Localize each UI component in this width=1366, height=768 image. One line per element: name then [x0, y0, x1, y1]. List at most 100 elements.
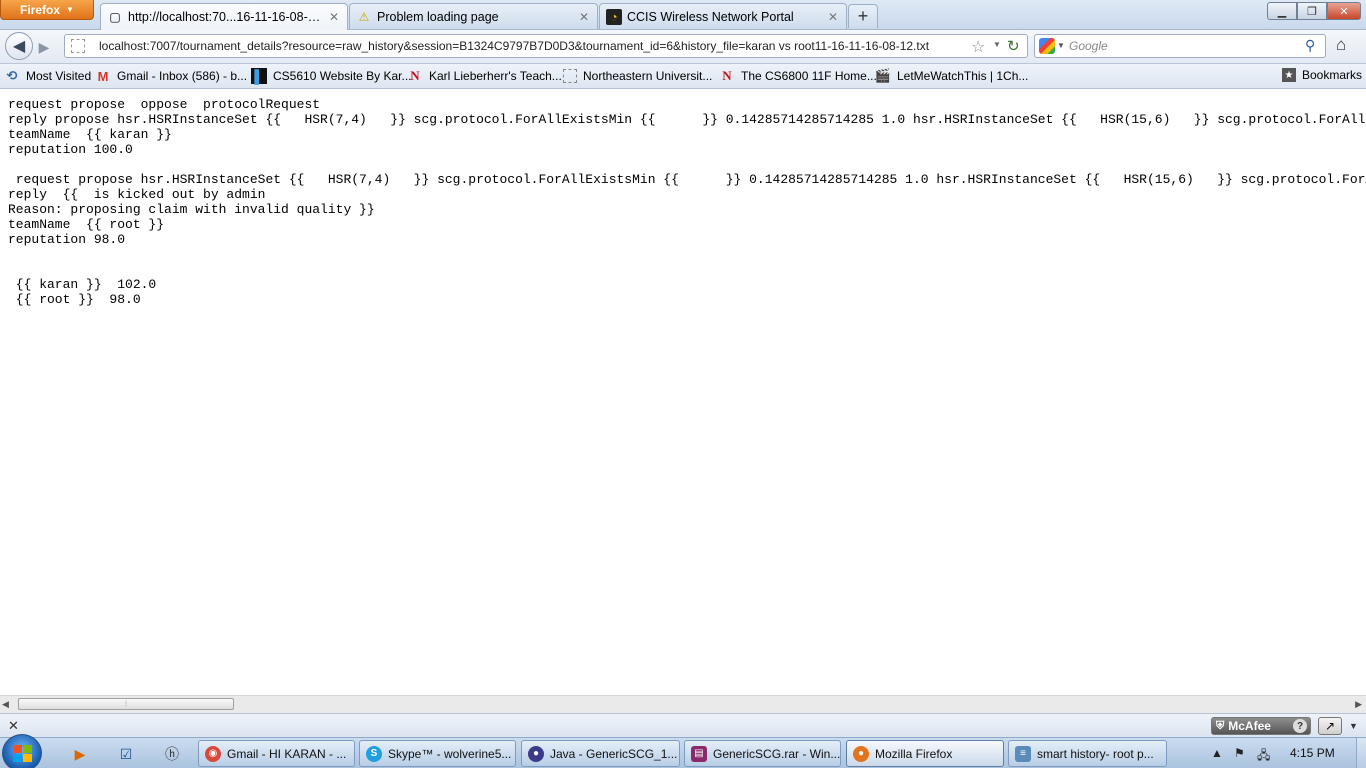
show-desktop-button[interactable] [1356, 738, 1366, 768]
film-icon: 🎬 [874, 68, 892, 83]
forward-button[interactable]: ▶ [33, 37, 55, 57]
chevron-down-icon: ▼ [66, 5, 74, 14]
taskbar-button-label: Java - GenericSCG_1... [550, 746, 678, 761]
taskbar-button-gmail[interactable]: ◉ Gmail - HI KARAN - ... [198, 740, 355, 767]
text-line: {{ root }} 98.0 [8, 292, 141, 307]
gmail-icon: M [97, 68, 109, 84]
url-bar[interactable]: localhost:7007/tournament_details?resour… [64, 34, 1028, 58]
blank-page-icon [563, 69, 577, 83]
search-bar[interactable]: ▼ Google ⚲ [1034, 34, 1326, 58]
minimize-button[interactable]: ▁ [1267, 2, 1297, 20]
site-identity-icon[interactable] [71, 39, 85, 53]
firefox-menu-button[interactable]: Firefox ▼ [0, 0, 94, 20]
taskbar-button-label: smart history- root p... [1037, 746, 1154, 761]
bookmark-most-visited[interactable]: ⟲ Most Visited [4, 68, 92, 84]
mcafee-label: McAfee [1228, 719, 1271, 733]
taskbar-button-winrar[interactable]: ▤ GenericSCG.rar - Win... [684, 740, 841, 767]
media-player-icon[interactable]: ▶ [70, 744, 90, 764]
text-line: reputation 98.0 [8, 232, 126, 247]
taskbar-button-firefox[interactable]: ● Mozilla Firefox [846, 740, 1004, 767]
bookmark-star-icon: ★ [1281, 68, 1296, 82]
google-engine-icon[interactable] [1039, 38, 1055, 54]
bookmark-label: Most Visited [26, 69, 92, 83]
help-icon[interactable]: ? [1293, 719, 1307, 733]
close-window-button[interactable]: ✕ [1327, 2, 1361, 20]
bookmark-label: Northeastern Universit... [583, 69, 713, 83]
taskbar: ▶ ☑ ⓗ ◉ Gmail - HI KARAN - ... S Skype™ … [0, 734, 1366, 768]
site-icon: ▌ [251, 68, 267, 84]
text-line: teamName {{ root }} [8, 217, 165, 232]
tab-problem-loading[interactable]: ⚠ Problem loading page ✕ [349, 3, 598, 29]
bookmark-label: CS5610 Website By Kar... [273, 69, 412, 83]
text-line: teamName {{ karan }} [8, 127, 172, 142]
scrollbar-thumb[interactable]: ⦙ [18, 698, 234, 710]
tab-ccis-wireless[interactable]: ◔ CCIS Wireless Network Portal ✕ [599, 3, 847, 29]
back-button[interactable]: ◀ [5, 32, 33, 60]
share-icon[interactable]: ↗ [1318, 717, 1342, 735]
chevron-down-icon[interactable]: ▼ [1349, 721, 1358, 731]
skype-icon: S [366, 745, 382, 762]
action-center-flag-icon[interactable]: ⚑ [1234, 746, 1245, 760]
hp-icon[interactable]: ⓗ [162, 744, 182, 764]
close-tab-icon[interactable]: ✕ [826, 10, 840, 24]
close-tab-icon[interactable]: ✕ [327, 10, 341, 24]
bookmark-label: Karl Lieberherr's Teach... [429, 69, 562, 83]
mcafee-shield-icon: ⛨ [1216, 719, 1225, 732]
windows-logo-icon [22, 753, 32, 762]
task-check-icon[interactable]: ☑ [116, 744, 136, 764]
taskbar-button-label: GenericSCG.rar - Win... [713, 746, 841, 761]
back-arrow-icon: ◀ [12, 38, 26, 55]
bookmark-northeastern[interactable]: Northeastern Universit... [563, 68, 712, 84]
mcafee-button[interactable]: ⛨ McAfee ? [1211, 717, 1311, 735]
most-visited-icon: ⟲ [6, 68, 18, 83]
wireless-icon: ◔ [606, 8, 622, 25]
windows-logo-icon [22, 744, 32, 753]
bookmark-cs5610[interactable]: ▌ CS5610 Website By Kar... [251, 68, 412, 84]
bookmark-karl-lieberherr[interactable]: N Karl Lieberherr's Teach... [407, 68, 562, 84]
bookmark-cs6800[interactable]: N The CS6800 11F Home... [719, 68, 877, 84]
scroll-right-icon[interactable]: ▶ [1355, 699, 1362, 710]
bookmark-label: The CS6800 11F Home... [741, 69, 877, 83]
start-button[interactable] [2, 734, 42, 768]
tab-raw-history[interactable]: ▢ http://localhost:70...16-11-16-08-12.t… [100, 3, 348, 30]
bookmark-gmail[interactable]: M Gmail - Inbox (586) - b... [95, 68, 247, 84]
bookmark-letmewatchthis[interactable]: 🎬 LetMeWatchThis | 1Ch... [875, 68, 1028, 84]
scroll-left-icon[interactable]: ◀ [2, 699, 9, 710]
page-content: request propose oppose protocolRequest r… [0, 89, 1366, 695]
horizontal-scrollbar[interactable]: ◀ ⦙ ▶ [0, 695, 1366, 713]
text-line: reputation 100.0 [8, 142, 133, 157]
bookmark-label: Gmail - Inbox (586) - b... [117, 69, 248, 83]
text-line: reply {{ is kicked out by admin [8, 187, 266, 202]
text-line: reply propose hsr.HSRInstanceSet {{ HSR(… [8, 112, 1366, 127]
clock[interactable]: 4:15 PM [1290, 746, 1335, 760]
taskbar-button-notepad[interactable]: ≡ smart history- root p... [1008, 740, 1167, 767]
bookmark-star-icon[interactable]: ☆ [971, 37, 985, 57]
url-history-dropdown-icon[interactable]: ▼ [993, 40, 1001, 49]
bookmarks-menu-button[interactable]: ★ Bookmarks [1281, 68, 1362, 82]
reload-icon[interactable]: ↻ [1007, 37, 1020, 55]
maximize-button[interactable]: ❐ [1297, 2, 1327, 20]
addon-bar: ✕ ⛨ McAfee ? ↗ ▼ [0, 713, 1366, 738]
show-hidden-icons-icon[interactable]: ▲ [1211, 746, 1223, 760]
tab-title: Problem loading page [377, 9, 499, 24]
close-addon-bar-icon[interactable]: ✕ [8, 718, 19, 734]
taskbar-button-skype[interactable]: S Skype™ - wolverine5... [359, 740, 516, 767]
search-input[interactable]: Google [1069, 39, 1108, 53]
navigation-toolbar: ◀ ▶ localhost:7007/tournament_details?re… [0, 30, 1366, 64]
close-tab-icon[interactable]: ✕ [577, 10, 591, 24]
url-text[interactable]: localhost:7007/tournament_details?resour… [99, 39, 929, 53]
taskbar-button-label: Gmail - HI KARAN - ... [227, 746, 347, 761]
firefox-menu-label: Firefox [20, 2, 61, 17]
notepad-icon: ≡ [1015, 745, 1031, 762]
home-icon[interactable]: ⌂ [1336, 35, 1346, 55]
windows-logo-icon [12, 744, 22, 753]
network-icon[interactable]: 🖧 [1257, 746, 1270, 767]
warning-icon: ⚠ [358, 9, 370, 24]
chrome-icon: ◉ [205, 745, 221, 762]
taskbar-button-eclipse[interactable]: ● Java - GenericSCG_1... [521, 740, 680, 767]
new-tab-button[interactable]: + [848, 4, 878, 28]
search-icon[interactable]: ⚲ [1305, 37, 1315, 54]
text-line: request propose oppose protocolRequest [8, 97, 321, 112]
forward-arrow-icon: ▶ [38, 38, 50, 55]
chevron-down-icon[interactable]: ▼ [1057, 41, 1065, 50]
